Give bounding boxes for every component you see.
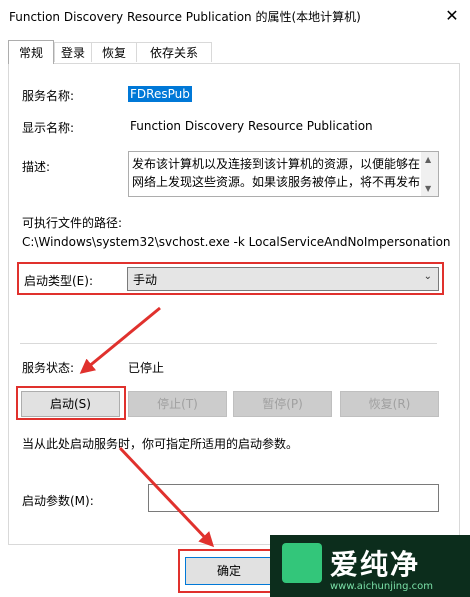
annotation-arrows — [79, 306, 215, 548]
watermark: 爱纯净 www.aichunjing.com — [270, 535, 470, 597]
arrow-to-start-button — [79, 306, 161, 374]
ok-button[interactable]: 确定 — [185, 557, 273, 585]
watermark-logo — [282, 543, 322, 583]
tab-general[interactable]: 常规 — [8, 40, 54, 64]
arrow-to-ok-button — [118, 446, 215, 548]
watermark-url: www.aichunjing.com — [330, 581, 433, 592]
watermark-text: 爱纯净 — [330, 548, 421, 581]
